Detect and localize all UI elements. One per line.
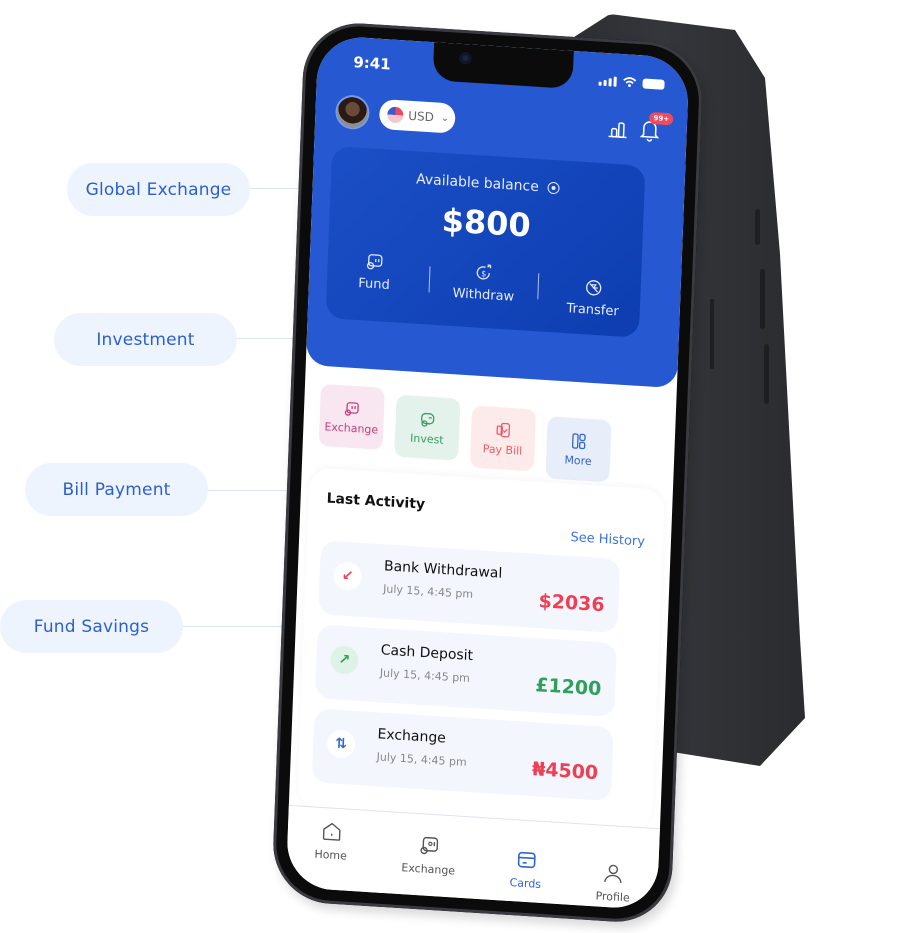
balance-label: Available balance: [415, 171, 540, 196]
phone-screen: 9:41 USD ⌄ 99+ Available balance $800 Fu…: [285, 34, 690, 911]
fund-button[interactable]: Fund: [334, 250, 415, 294]
swap-arrows-icon: ⇅: [326, 729, 356, 759]
divider: [537, 273, 540, 300]
nav-home-label: Home: [314, 847, 348, 863]
divider: [428, 266, 431, 293]
stats-icon[interactable]: [606, 119, 629, 139]
nav-profile[interactable]: Profile: [595, 861, 631, 908]
transaction-date: July 15, 4:45 pm: [382, 582, 474, 601]
last-activity-panel: Last Activity See History ↙ Bank Withdra…: [296, 467, 665, 830]
wifi-icon: [623, 77, 637, 87]
withdraw-label: Withdraw: [452, 285, 515, 305]
transaction-name: Cash Deposit: [380, 642, 474, 665]
bill-icon: [496, 422, 511, 437]
transaction-row[interactable]: ⇅ Exchange July 15, 4:45 pm ₦4500: [311, 708, 614, 802]
quick-more-label: More: [564, 452, 592, 468]
fund-label: Fund: [358, 275, 391, 293]
svg-text:$: $: [481, 269, 486, 278]
nav-profile-label: Profile: [595, 889, 630, 905]
quick-pay-bill-button[interactable]: Pay Bill: [469, 405, 537, 472]
nav-exchange[interactable]: Exchange: [400, 833, 456, 897]
status-icons: [598, 75, 665, 90]
header-background: 9:41 USD ⌄ 99+ Available balance $800 Fu…: [305, 34, 690, 389]
callout-bill-payment: Bill Payment: [25, 463, 208, 516]
quick-exchange-button[interactable]: Exchange: [318, 383, 385, 450]
transfer-button[interactable]: Transfer: [552, 276, 633, 320]
withdraw-button[interactable]: $ Withdraw: [443, 261, 524, 305]
callout-connector: [180, 626, 298, 627]
side-button: [760, 269, 765, 329]
nav-cards[interactable]: Cards: [509, 848, 542, 903]
chevron-down-icon: ⌄: [440, 112, 450, 124]
transaction-name: Exchange: [377, 726, 447, 747]
camera: [459, 51, 472, 65]
transaction-date: July 15, 4:45 pm: [379, 666, 471, 685]
transaction-row[interactable]: ↙ Bank Withdrawal July 15, 4:45 pm $2036: [318, 540, 621, 634]
battery-icon: [642, 78, 665, 90]
transaction-amount: ₦4500: [531, 758, 599, 785]
profile-icon: [604, 864, 622, 884]
quick-more-button[interactable]: More: [545, 416, 612, 483]
grid-icon: [571, 432, 586, 449]
transfer-icon: [585, 280, 602, 296]
card-icon: [517, 851, 536, 869]
fund-icon: [367, 254, 383, 270]
phone: 9:41 USD ⌄ 99+ Available balance $800 Fu…: [271, 20, 705, 926]
arrow-down-left-icon: ↙: [333, 561, 363, 591]
callout-global-exchange: Global Exchange: [67, 163, 250, 216]
see-history-link[interactable]: See History: [570, 530, 645, 550]
balance-card: Available balance $800 Fund $ Withdraw T…: [325, 146, 646, 338]
avatar[interactable]: [336, 96, 368, 129]
transaction-date: July 15, 4:45 pm: [376, 750, 467, 769]
status-time: 9:41: [353, 53, 391, 74]
withdraw-icon: $: [476, 264, 492, 280]
balance-amount: $800: [441, 201, 532, 245]
quick-invest-button[interactable]: Invest: [394, 394, 461, 461]
last-activity-title: Last Activity: [326, 490, 426, 513]
nav-exchange-label: Exchange: [401, 861, 456, 878]
signal-icon: [598, 76, 617, 87]
us-flag-icon: [387, 106, 404, 124]
side-button: [755, 209, 760, 245]
balance-actions: Fund $ Withdraw Transfer: [326, 250, 641, 321]
home-icon: [322, 822, 341, 841]
currency-selector[interactable]: USD ⌄: [378, 98, 456, 134]
quick-pay-bill-label: Pay Bill: [482, 441, 523, 458]
eye-icon[interactable]: [547, 181, 560, 195]
transaction-amount: $2036: [538, 590, 605, 617]
exchange-icon: [344, 401, 359, 416]
arrow-up-right-icon: ↗: [329, 645, 359, 675]
exchange-icon: [420, 836, 439, 855]
nav-home[interactable]: Home: [313, 820, 348, 891]
transaction-name: Bank Withdrawal: [383, 558, 503, 582]
transaction-row[interactable]: ↗ Cash Deposit July 15, 4:45 pm £1200: [314, 624, 618, 718]
callout-investment: Investment: [54, 313, 237, 366]
phone-frame: 9:41 USD ⌄ 99+ Available balance $800 Fu…: [271, 20, 705, 926]
callout-fund-savings: Fund Savings: [0, 600, 183, 653]
side-button: [764, 344, 769, 404]
transaction-amount: £1200: [534, 674, 602, 701]
quick-invest-label: Invest: [409, 431, 444, 447]
currency-label: USD: [408, 108, 435, 125]
notification-badge: 99+: [649, 111, 674, 126]
quick-exchange-label: Exchange: [324, 419, 379, 437]
nav-cards-label: Cards: [509, 875, 542, 891]
transfer-label: Transfer: [566, 301, 619, 320]
quick-actions: Exchange Invest Pay Bill More: [318, 383, 612, 483]
invest-icon: [421, 412, 435, 427]
side-button: [710, 299, 714, 369]
